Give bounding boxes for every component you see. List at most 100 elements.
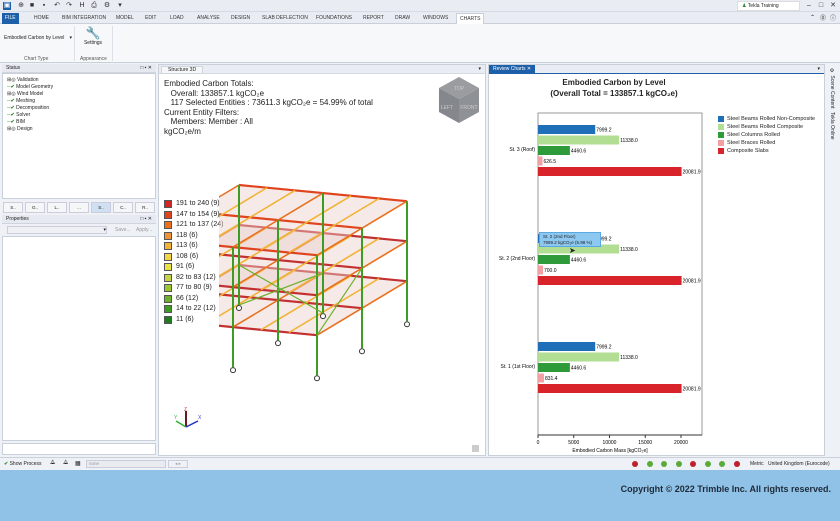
tab-list-icon[interactable]: ▾ <box>478 66 481 72</box>
legend-entry[interactable]: 191 to 240 (9) <box>164 199 223 210</box>
status-indicator-icon[interactable] <box>704 461 711 467</box>
grid-icon[interactable]: ▦ <box>75 460 81 467</box>
status-item[interactable]: ⊞◎ Validation <box>7 77 151 84</box>
properties-selector[interactable]: ▾ <box>7 226 107 234</box>
tab-file[interactable]: FILE <box>2 13 19 24</box>
open-icon[interactable]: ■ <box>28 2 36 10</box>
legend-entry[interactable]: 66 (12) <box>164 294 223 305</box>
legend-entry[interactable]: 118 (6) <box>164 231 223 242</box>
bar[interactable] <box>538 125 596 134</box>
structure-3d-view[interactable]: Structure 3D ▾ Embodied Carbon Totals: O… <box>158 64 486 456</box>
tab-analyse[interactable]: ANALYSE <box>194 13 223 24</box>
status-item[interactable]: ⊞◎ Wind Model <box>7 91 151 98</box>
user-button[interactable]: ♟ Tekla Training <box>737 1 800 11</box>
panel-tab[interactable]: L.. <box>47 202 67 213</box>
legend-entry[interactable]: 147 to 154 (9) <box>164 210 223 221</box>
chart-type-dropdown[interactable]: Embodied Carbon by Level ▾ <box>4 35 72 41</box>
apply-button[interactable]: Apply... <box>136 227 152 233</box>
customize-icon[interactable]: ▾ <box>116 2 124 10</box>
status-item[interactable]: ─✔ Decomposition <box>7 105 151 112</box>
panel-controls[interactable]: □ ▪ ✕ <box>140 64 156 73</box>
status-indicator-icon[interactable] <box>719 461 725 467</box>
bar[interactable] <box>538 167 682 176</box>
bar[interactable] <box>538 265 544 275</box>
tab-draw[interactable]: DRAW <box>392 13 413 24</box>
tab-foundations[interactable]: FOUNDATIONS <box>313 13 355 24</box>
status-item[interactable]: ─✔ Meshing <box>7 98 151 105</box>
panel-tab[interactable]: S.. <box>91 202 111 213</box>
bar[interactable] <box>538 384 682 393</box>
panel-tab[interactable]: R.. <box>135 202 155 213</box>
legend-entry[interactable]: 11 (6) <box>164 315 223 326</box>
viewcube-left[interactable]: LEFT <box>441 105 453 111</box>
legend-entry[interactable]: Steel Braces Rolled <box>718 139 815 147</box>
tab-load[interactable]: LOAD <box>167 13 187 24</box>
viewcube-top[interactable]: TOP <box>454 86 465 92</box>
legend-entry[interactable]: 77 to 80 (9) <box>164 283 223 294</box>
status-indicator-icon[interactable] <box>646 461 653 467</box>
settings-button[interactable]: 🔧 Settings <box>80 26 106 52</box>
structure-model[interactable] <box>219 155 469 385</box>
print-icon[interactable]: ⎙ <box>90 2 98 10</box>
bar[interactable] <box>538 373 544 383</box>
status-indicator-icon[interactable] <box>690 461 696 467</box>
legend-entry[interactable]: 14 to 22 (12) <box>164 304 223 315</box>
collapse-ribbon-icon[interactable]: ⌃ <box>810 14 815 21</box>
tab-slab-deflection[interactable]: SLAB DEFLECTION <box>259 13 311 24</box>
save-button[interactable]: Save... <box>115 227 131 233</box>
legend-entry[interactable]: 82 to 83 (12) <box>164 273 223 284</box>
panel-tab[interactable]: C.. <box>113 202 133 213</box>
selection-combo[interactable]: none <box>86 460 166 468</box>
tab-home[interactable]: HOME <box>31 13 52 24</box>
redo-icon[interactable]: ↷ <box>65 2 73 10</box>
side-tab-scene-content[interactable]: ⚙ Scene Content <box>829 68 835 108</box>
legend-entry[interactable]: 108 (6) <box>164 252 223 263</box>
tab-report[interactable]: REPORT <box>360 13 387 24</box>
bar[interactable] <box>538 342 596 351</box>
status-indicator-icon[interactable] <box>733 461 740 467</box>
viewcube-front[interactable]: FRONT <box>460 105 477 111</box>
new-icon[interactable]: ⊕ <box>17 2 25 10</box>
panel-controls[interactable]: □ ▪ ✕ <box>140 215 156 224</box>
status-indicator-icon[interactable] <box>632 461 638 467</box>
bar[interactable] <box>538 255 570 264</box>
maximize-button[interactable]: □ <box>817 2 825 10</box>
legend-entry[interactable]: 121 to 137 (24) <box>164 220 223 231</box>
bar[interactable] <box>538 276 682 285</box>
h-icon[interactable]: H <box>78 2 86 10</box>
side-tab-tekla-online[interactable]: Tekla Online <box>829 112 835 140</box>
status-indicator-icon[interactable] <box>661 461 667 467</box>
combo-nav-buttons[interactable]: ◂ ▸ <box>168 460 188 468</box>
tab-edit[interactable]: EDIT <box>142 13 159 24</box>
gear-icon[interactable]: ⚙ <box>103 2 111 10</box>
panel-tab[interactable]: S.. <box>3 202 23 213</box>
close-button[interactable]: ✕ <box>829 2 837 10</box>
status-indicator-icon[interactable] <box>675 461 682 467</box>
tab-design[interactable]: DESIGN <box>228 13 253 24</box>
panel-tab[interactable]: G.. <box>25 202 45 213</box>
bar[interactable] <box>538 352 620 362</box>
info-icon[interactable]: ⓘ <box>830 13 836 22</box>
status-item[interactable]: ─✔ Model Geometry <box>7 84 151 91</box>
tool-icon[interactable]: ⟁ <box>63 460 68 467</box>
minimize-button[interactable]: – <box>805 2 813 10</box>
tab-model[interactable]: MODEL <box>113 13 137 24</box>
legend-entry[interactable]: Steel Columns Rolled <box>718 131 815 139</box>
tab-bim-integration[interactable]: BIM INTEGRATION <box>59 13 109 24</box>
legend-entry[interactable]: Steel Beams Rolled Non-Composite <box>718 115 815 123</box>
bar[interactable] <box>538 156 543 166</box>
status-item[interactable]: ─✔ BIM <box>7 119 151 126</box>
status-item[interactable]: ─✔ Solver <box>7 112 151 119</box>
tab-charts[interactable]: CHARTS <box>456 13 485 24</box>
bar[interactable] <box>538 363 570 372</box>
help-icon[interactable]: ⓪ <box>820 13 826 22</box>
status-item[interactable]: ⊞◎ Design <box>7 126 151 133</box>
view-options-button[interactable] <box>472 445 479 452</box>
bar[interactable] <box>538 146 570 155</box>
legend-entry[interactable]: 91 (6) <box>164 262 223 273</box>
undo-icon[interactable]: ↶ <box>53 2 61 10</box>
bar[interactable] <box>538 135 620 145</box>
tab-structure-3d[interactable]: Structure 3D <box>161 66 204 74</box>
legend-entry[interactable]: Steel Beams Rolled Composite <box>718 123 815 131</box>
show-process-toggle[interactable]: ✔ Show Process <box>4 461 42 467</box>
